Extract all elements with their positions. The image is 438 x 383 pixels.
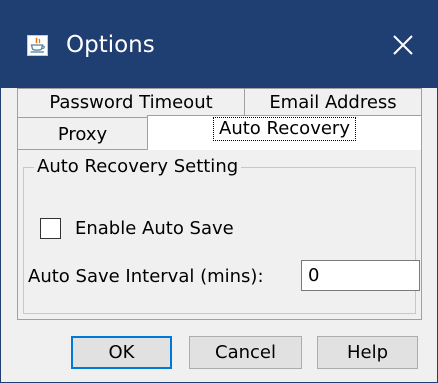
options-dialog: Options Password Timeout Email Address P… <box>0 0 438 383</box>
tab-proxy[interactable]: Proxy <box>17 117 148 150</box>
title-bar[interactable]: Options <box>0 0 438 88</box>
dialog-title: Options <box>66 32 155 58</box>
tab-email-address[interactable]: Email Address <box>244 88 422 118</box>
close-icon <box>393 35 413 55</box>
enable-auto-save-row[interactable]: Enable Auto Save <box>40 215 234 241</box>
tab-password-timeout[interactable]: Password Timeout <box>17 88 245 118</box>
dialog-body: Password Timeout Email Address Proxy Aut… <box>1 88 437 382</box>
auto-recovery-setting-group: Auto Recovery Setting Enable Auto Save A… <box>23 155 420 314</box>
tab-auto-recovery-label: Auto Recovery <box>213 117 356 141</box>
enable-auto-save-checkbox[interactable] <box>40 217 61 239</box>
cancel-button[interactable]: Cancel <box>189 336 302 369</box>
ok-button[interactable]: OK <box>71 336 172 369</box>
auto-save-interval-input[interactable] <box>301 260 420 291</box>
tab-auto-recovery[interactable]: Auto Recovery <box>147 115 422 150</box>
group-title: Auto Recovery Setting <box>34 155 242 179</box>
auto-recovery-panel: Auto Recovery Setting Enable Auto Save A… <box>17 149 422 320</box>
enable-auto-save-label[interactable]: Enable Auto Save <box>75 218 234 239</box>
java-cup-icon <box>27 35 48 56</box>
help-button[interactable]: Help <box>317 336 418 369</box>
close-button[interactable] <box>380 22 426 68</box>
auto-save-interval-label: Auto Save Interval (mins): <box>28 266 264 287</box>
